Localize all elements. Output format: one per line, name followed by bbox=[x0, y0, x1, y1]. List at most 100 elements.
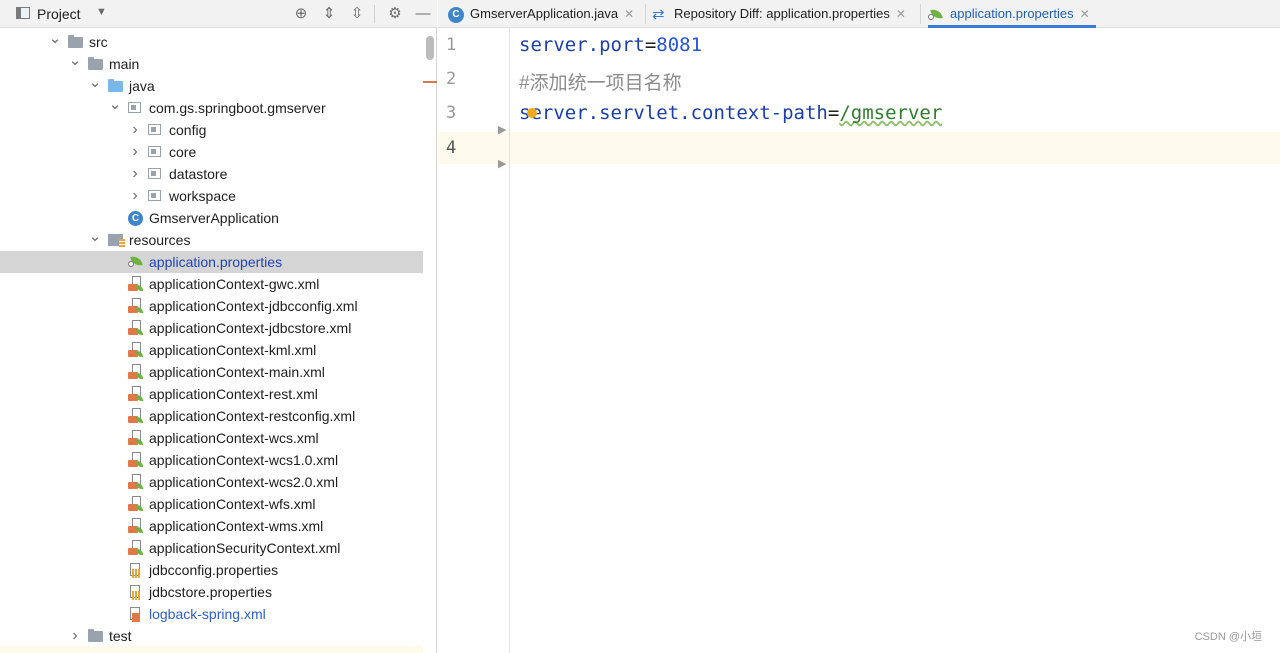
close-icon[interactable]: ✕ bbox=[624, 7, 634, 21]
fold-arrow-icon[interactable]: ▶ bbox=[498, 123, 506, 136]
tree-item[interactable]: › test bbox=[0, 625, 423, 647]
tab-label: application.properties bbox=[950, 6, 1074, 21]
chevron-down-icon[interactable]: ⌄ bbox=[88, 229, 102, 251]
tab-repository-diff[interactable]: ⇄ Repository Diff: application.properties… bbox=[652, 0, 906, 28]
tree-item[interactable]: applicationSecurityContext.xml bbox=[0, 537, 423, 559]
tree-item[interactable]: › config bbox=[0, 119, 423, 141]
chevron-down-icon[interactable]: ⌄ bbox=[108, 97, 122, 119]
tree-item[interactable]: › workspace bbox=[0, 185, 423, 207]
code-line-3[interactable]: server.servlet.context-path=/gmserver bbox=[519, 102, 942, 124]
chevron-right-icon[interactable]: › bbox=[128, 185, 142, 207]
intention-bulb-icon[interactable] bbox=[527, 108, 537, 118]
chevron-down-icon[interactable]: ▼ bbox=[96, 6, 107, 18]
tree-item[interactable]: ⌄ main bbox=[0, 53, 423, 75]
tree-item-label: applicationContext-gwc.xml bbox=[149, 276, 320, 292]
tab-label: Repository Diff: application.properties bbox=[674, 6, 890, 21]
chevron-down-icon[interactable]: ⌄ bbox=[48, 31, 62, 53]
tree-item-label: applicationContext-main.xml bbox=[149, 364, 325, 380]
tree-item[interactable]: applicationContext-jdbcconfig.xml bbox=[0, 295, 423, 317]
tree-item-label: applicationContext-jdbcstore.xml bbox=[149, 320, 352, 336]
spring-xml-icon bbox=[128, 518, 143, 534]
tree-item[interactable]: jdbcstore.properties bbox=[0, 581, 423, 603]
minimize-icon[interactable]: — bbox=[413, 4, 433, 24]
tree-footer-strip bbox=[0, 646, 423, 653]
folder-icon bbox=[88, 629, 103, 642]
chevron-right-icon[interactable]: › bbox=[128, 141, 142, 163]
spring-xml-icon bbox=[128, 408, 143, 424]
spring-xml-icon bbox=[128, 474, 143, 490]
java-class-icon: C bbox=[128, 211, 143, 226]
expand-all-icon[interactable]: ⇕ bbox=[319, 4, 339, 24]
tree-item-label: applicationContext-jdbcconfig.xml bbox=[149, 298, 358, 314]
tree-item[interactable]: jdbcconfig.properties bbox=[0, 559, 423, 581]
tree-item-label: applicationContext-wcs1.0.xml bbox=[149, 452, 339, 468]
tree-item[interactable]: logback-spring.xml bbox=[0, 603, 423, 625]
java-class-icon: C bbox=[448, 6, 464, 23]
code-line-4[interactable] bbox=[519, 137, 1219, 161]
tree-item[interactable]: applicationContext-main.xml bbox=[0, 361, 423, 383]
tree-item-label: GmserverApplication bbox=[149, 210, 279, 226]
tree-item-label: application.properties bbox=[149, 254, 283, 270]
tree-item[interactable]: applicationContext-gwc.xml bbox=[0, 273, 423, 295]
close-icon[interactable]: ✕ bbox=[896, 7, 906, 21]
tree-item-label: com.gs.springboot.gmserver bbox=[149, 100, 326, 116]
tree-item[interactable]: applicationContext-wcs.xml bbox=[0, 427, 423, 449]
line-number: 4 bbox=[446, 138, 457, 158]
code-line-1[interactable]: server.port=8081 bbox=[519, 34, 702, 56]
property-separator: = bbox=[644, 34, 657, 56]
chevron-right-icon[interactable]: › bbox=[128, 119, 142, 141]
chevron-down-icon[interactable]: ⌄ bbox=[88, 75, 102, 97]
package-icon bbox=[148, 146, 161, 157]
fold-arrow-icon[interactable]: ▶ bbox=[498, 157, 506, 170]
tab-gmserverapplication-java[interactable]: C GmserverApplication.java ✕ bbox=[448, 0, 634, 28]
tree-item[interactable]: ⌄ src bbox=[0, 31, 423, 53]
tree-item[interactable]: › datastore bbox=[0, 163, 423, 185]
spring-xml-icon bbox=[128, 276, 143, 292]
tree-item-label: workspace bbox=[169, 188, 236, 204]
tree-item-label: logback-spring.xml bbox=[149, 606, 266, 622]
tree-item-label: config bbox=[169, 122, 207, 138]
tree-scrollbar[interactable] bbox=[426, 36, 434, 60]
properties-file-icon bbox=[128, 585, 142, 600]
xml-file-icon bbox=[128, 607, 142, 622]
tree-item-label: src bbox=[89, 34, 108, 50]
tree-item[interactable]: applicationContext-wcs2.0.xml bbox=[0, 471, 423, 493]
tree-item[interactable]: applicationContext-wms.xml bbox=[0, 515, 423, 537]
collapse-all-icon[interactable]: ⇳ bbox=[347, 4, 367, 24]
tree-item[interactable]: applicationContext-restconfig.xml bbox=[0, 405, 423, 427]
chevron-down-icon[interactable]: ⌄ bbox=[68, 53, 82, 75]
chevron-right-icon[interactable]: › bbox=[128, 163, 142, 185]
tree-item-label: datastore bbox=[169, 166, 228, 182]
spring-xml-icon bbox=[128, 430, 143, 446]
tree-item-label: applicationContext-kml.xml bbox=[149, 342, 317, 358]
tree-item[interactable]: applicationContext-wfs.xml bbox=[0, 493, 423, 515]
tab-application-properties[interactable]: application.properties ✕ bbox=[928, 0, 1096, 28]
gear-icon[interactable]: ⚙ bbox=[385, 4, 405, 24]
tree-item-label: main bbox=[109, 56, 140, 72]
tree-item[interactable]: applicationContext-wcs1.0.xml bbox=[0, 449, 423, 471]
tree-item[interactable]: C GmserverApplication bbox=[0, 207, 423, 229]
property-value: 8081 bbox=[656, 34, 703, 56]
tree-item-label: applicationContext-rest.xml bbox=[149, 386, 318, 402]
property-key: server.port bbox=[519, 34, 645, 56]
tree-item[interactable]: ⌄ resources bbox=[0, 229, 423, 251]
crosshair-icon[interactable]: ⊕ bbox=[291, 4, 311, 24]
package-icon bbox=[148, 190, 161, 201]
project-panel: Project ▼ ⊕ ⇕ ⇳ ⚙ — ⌄ src ⌄ main ⌄ java ⌄ com.g… bbox=[0, 0, 437, 653]
folder-icon bbox=[88, 57, 103, 70]
project-view-icon bbox=[16, 7, 30, 19]
tree-item[interactable]: applicationContext-jdbcstore.xml bbox=[0, 317, 423, 339]
tree-item[interactable]: applicationContext-kml.xml bbox=[0, 339, 423, 361]
package-icon bbox=[128, 102, 141, 113]
code-line-2-comment[interactable]: #添加统一项目名称 bbox=[519, 68, 682, 95]
project-panel-header: Project ▼ ⊕ ⇕ ⇳ ⚙ — bbox=[0, 0, 437, 28]
tree-item[interactable]: ⌄ com.gs.springboot.gmserver bbox=[0, 97, 423, 119]
tree-item[interactable]: applicationContext-rest.xml bbox=[0, 383, 423, 405]
chevron-right-icon[interactable]: › bbox=[68, 625, 82, 647]
project-panel-title[interactable]: Project bbox=[37, 6, 81, 22]
tree-item-label: java bbox=[129, 78, 155, 94]
tree-item[interactable]: application.properties bbox=[0, 251, 423, 273]
tree-item[interactable]: › core bbox=[0, 141, 423, 163]
close-icon[interactable]: ✕ bbox=[1080, 7, 1090, 21]
tree-item[interactable]: ⌄ java bbox=[0, 75, 423, 97]
